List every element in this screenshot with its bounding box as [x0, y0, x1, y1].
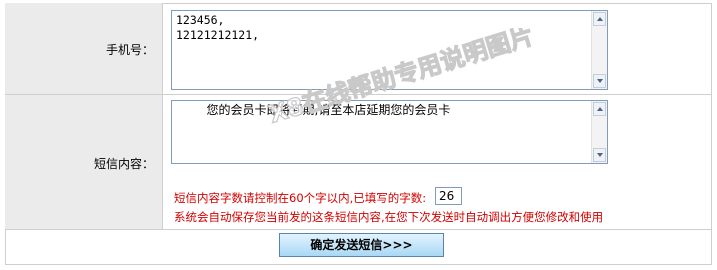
char-count-field[interactable]: 26: [435, 187, 462, 205]
sms-row: 短信内容： 您的会员卡即将到期,请至本店延期您的会员卡 短信内容字数请控制在60…: [5, 95, 712, 230]
scroll-down-icon[interactable]: [593, 74, 606, 88]
sms-textarea-value: 您的会员卡即将到期,请至本店延期您的会员卡: [176, 103, 451, 117]
phone-textarea[interactable]: 123456, 12121212121,: [171, 10, 608, 90]
auto-save-note: 系统会自动保存您当前发的这条短信内容,在您下次发送时自动调出方便您修改和使用: [174, 210, 604, 224]
send-sms-button[interactable]: 确定发送短信>>>: [279, 233, 444, 257]
phone-row: 手机号： 123456, 12121212121,: [5, 3, 712, 95]
scroll-up-icon[interactable]: [593, 102, 606, 116]
submit-row: 确定发送短信>>>: [5, 230, 712, 265]
phone-label-cell: 手机号：: [5, 3, 163, 95]
phone-label: 手机号：: [105, 43, 154, 57]
char-limit-note: 短信内容字数请控制在60个字以内,已填写的字数:: [174, 191, 427, 205]
scroll-down-icon[interactable]: [593, 148, 606, 162]
sms-label-cell: 短信内容：: [5, 95, 163, 230]
sms-textarea[interactable]: 您的会员卡即将到期,请至本店延期您的会员卡: [171, 100, 608, 164]
phone-scrollbar[interactable]: [591, 11, 607, 89]
sms-label: 短信内容：: [93, 157, 154, 171]
sms-scrollbar[interactable]: [591, 101, 607, 163]
sms-input-cell: 您的会员卡即将到期,请至本店延期您的会员卡 短信内容字数请控制在60个字以内,已…: [163, 95, 712, 230]
phone-textarea-value: 123456, 12121212121,: [176, 13, 260, 42]
submit-cell: 确定发送短信>>>: [5, 230, 712, 265]
scroll-up-icon[interactable]: [593, 12, 606, 26]
phone-input-cell: 123456, 12121212121,: [163, 3, 712, 95]
